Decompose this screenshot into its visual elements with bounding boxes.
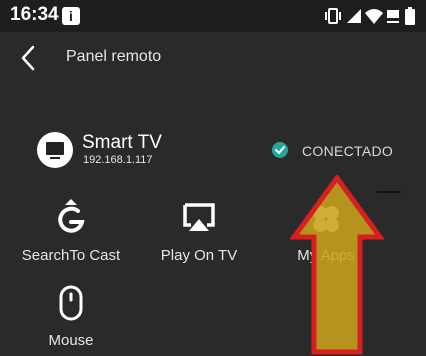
connected-check-icon bbox=[272, 142, 288, 158]
device-ip: 192.168.1.117 bbox=[83, 154, 153, 166]
tile-label: Play On TV bbox=[160, 247, 238, 264]
annotation-arrow bbox=[290, 175, 384, 355]
status-bar: 16:34 i bbox=[0, 0, 426, 32]
searchto-cast-button[interactable]: SearchTo Cast bbox=[11, 199, 131, 269]
airplay-icon bbox=[179, 199, 219, 244]
notification-app-icon: i bbox=[62, 7, 80, 25]
wifi-icon bbox=[365, 9, 383, 24]
status-time: 16:34 bbox=[10, 4, 59, 25]
no-sim-icon bbox=[387, 10, 399, 23]
device-name: Smart TV bbox=[82, 132, 162, 153]
page-title: Panel remoto bbox=[66, 48, 162, 65]
tv-icon bbox=[37, 132, 73, 168]
back-button[interactable] bbox=[14, 44, 44, 72]
tile-label: SearchTo Cast bbox=[21, 247, 121, 264]
app-bar: Panel remoto bbox=[0, 32, 426, 84]
mouse-button[interactable]: Mouse bbox=[11, 284, 131, 354]
play-on-tv-button[interactable]: Play On TV bbox=[139, 199, 259, 269]
signal-icon bbox=[347, 9, 361, 23]
status-icons bbox=[324, 6, 420, 26]
mouse-icon bbox=[51, 284, 91, 329]
device-row[interactable]: Smart TV 192.168.1.117 CONECTADO bbox=[0, 125, 426, 175]
tile-label: Mouse bbox=[48, 332, 94, 349]
vibrate-icon bbox=[325, 8, 341, 24]
google-cast-icon bbox=[51, 199, 91, 244]
battery-icon bbox=[405, 7, 415, 25]
chevron-left-icon bbox=[21, 45, 35, 71]
connection-status: CONECTADO bbox=[302, 143, 394, 159]
